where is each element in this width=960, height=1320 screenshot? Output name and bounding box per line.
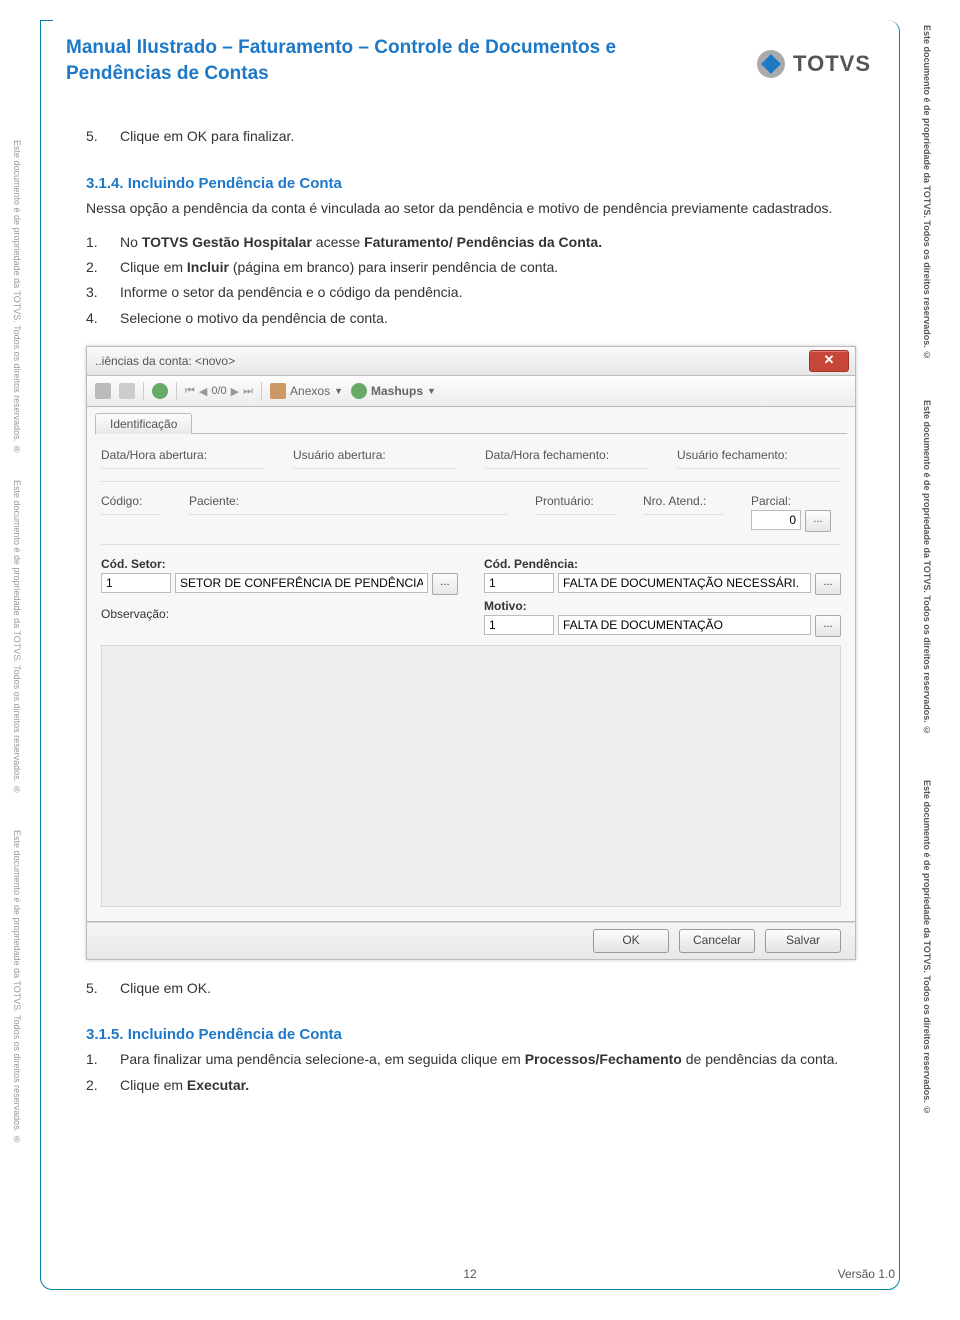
cod-pendencia-field[interactable] [484, 573, 554, 593]
dialog-footer: OK Cancelar Salvar [86, 922, 856, 960]
section-315-heading: 3.1.5. Incluindo Pendência de Conta [86, 1026, 874, 1043]
separator [261, 382, 262, 400]
step-text: Clique em OK para finalizar. [120, 126, 294, 146]
label-paciente: Paciente: [189, 494, 507, 508]
step-num: 5. [86, 978, 102, 998]
dialog-body: Identificação Data/Hora abertura: Usuári… [86, 406, 856, 922]
globe-icon [351, 383, 367, 399]
last-icon[interactable]: ⏭ [243, 385, 253, 398]
mashups-dropdown[interactable]: Mashups ▼ [351, 383, 436, 399]
next-icon[interactable]: ▶ [231, 385, 239, 398]
lookup-button[interactable]: ... [815, 573, 841, 595]
label-observacao: Observação: [101, 607, 169, 621]
step-num: 5. [86, 126, 102, 146]
pendencia-desc-field[interactable] [558, 573, 811, 593]
step-num: 2. [86, 1075, 102, 1095]
doc-title-line1: Manual Ilustrado – Faturamento – Control… [66, 37, 616, 58]
tabstrip: Identificação [95, 413, 847, 434]
version-label: Versão 1.0 [838, 1267, 895, 1281]
close-button[interactable]: ✕ [809, 350, 849, 372]
cancel-button[interactable]: Cancelar [679, 929, 755, 953]
lookup-button[interactable]: ... [805, 510, 831, 532]
step-text: No TOTVS Gestão Hospitalar acesse Fatura… [120, 232, 602, 252]
chevron-down-icon: ▼ [427, 386, 436, 396]
label-data-abertura: Data/Hora abertura: [101, 448, 265, 462]
step-text: Para finalizar uma pendência selecione-a… [120, 1049, 838, 1069]
separator [143, 382, 144, 400]
watermark-left-2: Este documento é de propriedade da TOTVS… [12, 480, 22, 795]
cod-setor-field[interactable] [101, 573, 171, 593]
step-num: 2. [86, 257, 102, 277]
label-data-fechamento: Data/Hora fechamento: [485, 448, 649, 462]
step-num: 1. [86, 232, 102, 252]
section-314-heading: 3.1.4. Incluindo Pendência de Conta [86, 175, 874, 192]
chevron-down-icon: ▼ [334, 386, 343, 396]
logo: TOTVS [757, 50, 871, 78]
dialog-title: ..iências da conta: <novo> [95, 354, 235, 368]
delete-icon[interactable] [119, 383, 135, 399]
step-text: Informe o setor da pendência e o código … [120, 282, 462, 302]
prev-icon[interactable]: ◀ [199, 385, 207, 398]
step-text: Selecione o motivo da pendência de conta… [120, 308, 388, 328]
save-button[interactable]: Salvar [765, 929, 841, 953]
page-footer: 12 Versão 1.0 [41, 1267, 899, 1281]
step5-text: Clique em OK para finalizar. [120, 128, 294, 144]
label-parcial: Parcial: [751, 494, 841, 508]
logo-text: TOTVS [793, 51, 871, 77]
watermark-right-1: Este documento é de propriedade da TOTVS… [922, 25, 932, 360]
dialog-screenshot: ..iências da conta: <novo> ✕ ⏮ ◀ 0/0 ▶ ⏭ [86, 346, 856, 960]
section-314-intro: Nessa opção a pendência da conta é vincu… [86, 198, 874, 218]
doc-title: Manual Ilustrado – Faturamento – Control… [66, 35, 874, 86]
record-pager[interactable]: ⏮ ◀ 0/0 ▶ ⏭ [185, 385, 253, 398]
pager-text: 0/0 [211, 385, 226, 397]
watermark-right-3: Este documento é de propriedade da TOTVS… [922, 780, 932, 1115]
step-num: 4. [86, 308, 102, 328]
doc-title-line2: Pendências de Contas [66, 63, 269, 84]
setor-desc-field[interactable] [175, 573, 428, 593]
motivo-desc-field[interactable] [558, 615, 811, 635]
attachment-icon [270, 383, 286, 399]
lookup-button[interactable]: ... [432, 573, 458, 595]
label-codigo: Código: [101, 494, 161, 508]
label-nro-atend: Nro. Atend.: [643, 494, 723, 508]
label-motivo: Motivo: [484, 599, 527, 613]
first-icon[interactable]: ⏮ [185, 385, 195, 398]
step-text: Clique em Incluir (página em branco) par… [120, 257, 558, 277]
label-usuario-fechamento: Usuário fechamento: [677, 448, 841, 462]
label-cod-setor: Cód. Setor: [101, 557, 166, 571]
lookup-button[interactable]: ... [815, 615, 841, 637]
label-cod-pendencia: Cód. Pendência: [484, 557, 578, 571]
dialog-titlebar: ..iências da conta: <novo> ✕ [86, 346, 856, 375]
label-prontuario: Prontuário: [535, 494, 615, 508]
watermark-right-2: Este documento é de propriedade da TOTVS… [922, 400, 932, 735]
motivo-cod-field[interactable] [484, 615, 554, 635]
watermark-left-3: Este documento é de propriedade da TOTVS… [12, 830, 22, 1145]
page-number: 12 [463, 1267, 476, 1281]
page-frame: Manual Ilustrado – Faturamento – Control… [40, 20, 900, 1290]
ok-button[interactable]: OK [593, 929, 669, 953]
anexos-dropdown[interactable]: Anexos ▼ [270, 383, 343, 399]
separator [176, 382, 177, 400]
dialog-toolbar: ⏮ ◀ 0/0 ▶ ⏭ Anexos ▼ Mashups ▼ [86, 375, 856, 406]
watermark-left-1: Este documento é de propriedade da TOTVS… [12, 140, 22, 455]
save-icon[interactable] [95, 383, 111, 399]
observacao-textarea[interactable] [101, 645, 841, 907]
step-text: Clique em OK. [120, 978, 211, 998]
parcial-field[interactable] [751, 510, 801, 530]
step-num: 1. [86, 1049, 102, 1069]
label-usuario-abertura: Usuário abertura: [293, 448, 457, 462]
refresh-icon[interactable] [152, 383, 168, 399]
tab-identificacao[interactable]: Identificação [95, 413, 192, 434]
step-text: Clique em Executar. [120, 1075, 249, 1095]
logo-icon [757, 50, 785, 78]
step-num: 3. [86, 282, 102, 302]
